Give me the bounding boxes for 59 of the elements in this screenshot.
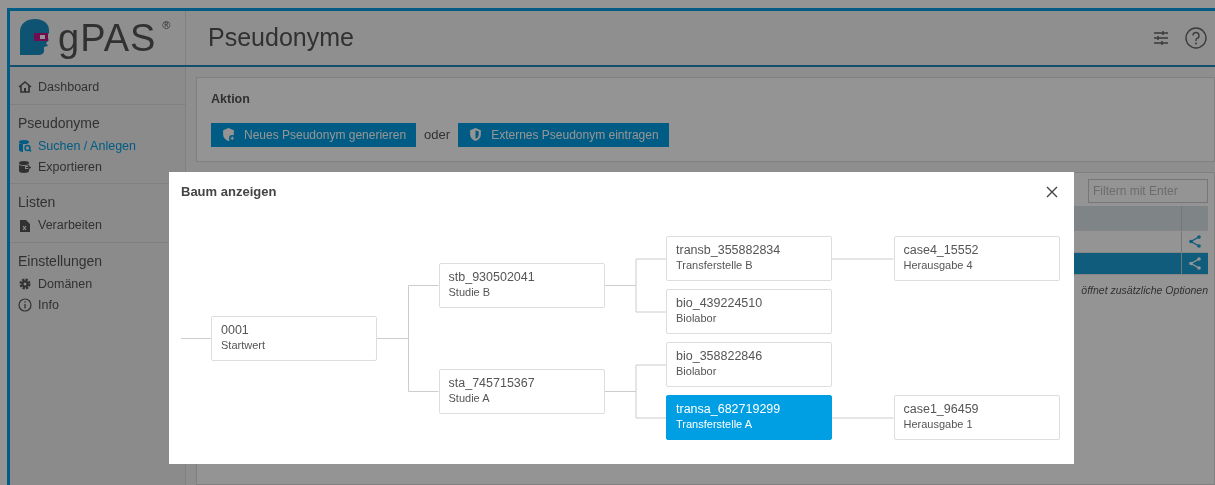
tree-node[interactable]: bio_439224510 Biolabor: [666, 289, 832, 334]
database-search-icon: [18, 139, 32, 154]
hint-text: öffnet zusätzliche Optionen: [1081, 282, 1208, 298]
tree-node[interactable]: transb_355882834 Transferstelle B: [666, 236, 832, 281]
logo-text: gPAS: [58, 19, 157, 57]
action-button[interactable]: Externes Pseudonym eintragen: [458, 122, 669, 147]
sidebar-item[interactable]: Domänen: [18, 274, 185, 295]
node-id: 0001: [221, 321, 250, 338]
sidebar-item[interactable]: Verarbeiten: [18, 215, 185, 236]
node-label: Herausgabe 4: [903, 258, 974, 273]
node-id: sta_745715367: [448, 374, 536, 391]
node-id: transb_355882834: [676, 242, 782, 259]
sidebar-item[interactable]: Exportieren: [18, 156, 185, 178]
node-id: transa_682719299: [676, 401, 782, 418]
node-id: case1_96459: [903, 401, 980, 418]
tree-node[interactable]: case4_15552 Herausgabe 4: [893, 236, 1060, 281]
node-label: Startwert: [221, 337, 266, 353]
tree-node[interactable]: stb_930502041 Studie B: [438, 262, 605, 308]
shield-icon: [468, 127, 484, 143]
section-heading: Einstellungen: [18, 252, 104, 271]
tree-node[interactable]: 0001 Startwert: [211, 315, 377, 361]
sidebar-item[interactable]: Info: [18, 294, 185, 316]
registered-mark: ®: [162, 18, 171, 33]
help-icon[interactable]: [1185, 27, 1207, 49]
node-label: Transferstelle A: [676, 417, 753, 432]
settings-icon[interactable]: [1153, 31, 1169, 45]
action-button[interactable]: Neues Pseudonym generieren: [211, 122, 417, 147]
connector-line: [376, 338, 439, 392]
node-label: Studie B: [448, 284, 492, 300]
section-heading: Listen: [18, 193, 57, 213]
database-arrow-icon: [18, 159, 32, 174]
tree-node[interactable]: bio_358822846 Biolabor: [666, 342, 832, 387]
connector-line: [180, 338, 212, 339]
section-heading: Pseudonyme: [18, 113, 101, 133]
tree-node[interactable]: case1_96459 Herausgabe 1: [893, 395, 1060, 440]
node-label: Transferstelle B: [676, 258, 754, 273]
card-title: Aktion: [211, 91, 251, 108]
node-label: Studie A: [448, 390, 491, 406]
sidebar-item[interactable]: Dashboard: [18, 77, 185, 98]
shield-plus-icon: [221, 127, 236, 143]
separator-text: oder: [424, 126, 451, 144]
node-id: bio_358822846: [676, 348, 764, 365]
share-icon[interactable]: [1189, 256, 1201, 270]
gear-icon: [18, 277, 32, 292]
node-id: bio_439224510: [676, 295, 764, 312]
node-label: Herausgabe 1: [903, 417, 974, 432]
node-label: Biolabor: [676, 311, 718, 326]
tree-node[interactable]: sta_745715367 Studie A: [438, 368, 605, 414]
page-title: Pseudonyme: [207, 22, 354, 54]
file-icon: [18, 218, 32, 233]
node-label: Biolabor: [676, 364, 718, 379]
sidebar-item[interactable]: Suchen / Anlegen: [18, 135, 185, 157]
node-id: case4_15552: [903, 242, 980, 259]
info-icon: [18, 298, 32, 313]
tree-node[interactable]: transa_682719299 Transferstelle A: [666, 395, 832, 440]
house-icon: [18, 80, 32, 95]
node-id: stb_930502041: [448, 268, 536, 285]
dialog-title: Baum anzeigen: [181, 183, 277, 202]
share-icon[interactable]: [1189, 234, 1201, 248]
